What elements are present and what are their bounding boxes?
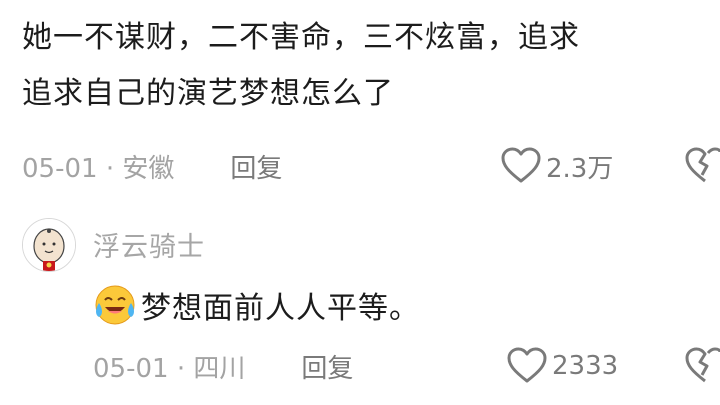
reply-button[interactable]: 回复: [230, 148, 282, 185]
heart-outline-icon: [507, 347, 547, 383]
reply-dislike-button[interactable]: [684, 346, 720, 386]
avatar-cartoon-icon: [23, 219, 75, 271]
reply-text-content: 梦想面前人人平等。: [141, 291, 420, 326]
reply-meta: 05-01 · 四川 回复: [93, 346, 353, 386]
broken-heart-icon: [685, 147, 720, 183]
reply-date-location: 05-01 · 四川: [93, 353, 246, 384]
comment-text: 她一不谋财，二不害命，三不炫富，追求 追求自己的演艺梦想怎么了: [22, 10, 712, 122]
reply-reply-button[interactable]: 回复: [301, 348, 353, 385]
reply-like-count: 2333: [552, 351, 619, 381]
like-count: 2.3万: [546, 153, 614, 184]
reply-like-button[interactable]: 2333: [506, 346, 618, 386]
comment-text-line-2: 追求自己的演艺梦想怎么了: [22, 76, 394, 111]
reply-text: 梦想面前人人平等。: [93, 283, 420, 327]
comment-date-location: 05-01 · 安徽: [22, 153, 175, 184]
crying-laughing-emoji-icon: [95, 285, 135, 325]
broken-heart-icon: [685, 347, 720, 383]
dislike-button[interactable]: [684, 146, 720, 186]
like-button[interactable]: 2.3万: [500, 146, 613, 186]
heart-outline-icon: [501, 147, 541, 183]
avatar[interactable]: [22, 218, 76, 272]
username[interactable]: 浮云骑士: [93, 225, 205, 264]
comment-meta: 05-01 · 安徽 回复: [22, 146, 282, 186]
comment-text-line-1: 她一不谋财，二不害命，三不炫富，追求: [22, 20, 580, 55]
